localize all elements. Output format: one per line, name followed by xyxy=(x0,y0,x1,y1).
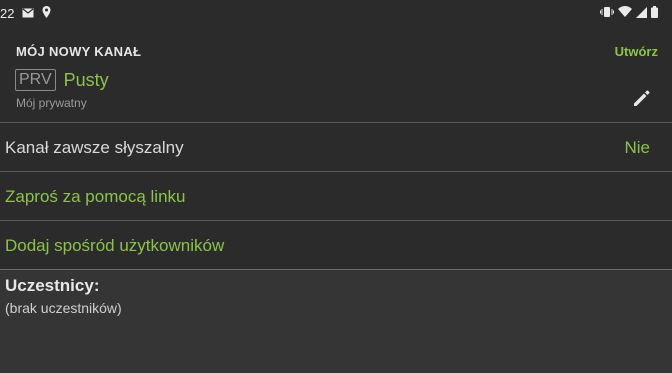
participants-title: Uczestnicy: xyxy=(5,276,100,295)
always-audible-row[interactable]: Kanał zawsze słyszalny Nie xyxy=(0,122,672,172)
add-users-row[interactable]: Dodaj spośród użytkowników xyxy=(0,220,672,270)
participants-panel: Uczestnicy: (brak uczestników) xyxy=(0,269,672,373)
always-audible-label: Kanał zawsze słyszalny xyxy=(5,137,184,157)
channel-state: Pusty xyxy=(63,69,109,90)
private-badge: PRV xyxy=(15,69,56,91)
wifi-icon xyxy=(618,5,632,21)
mail-icon xyxy=(22,6,34,21)
invite-link-label[interactable]: Zaproś za pomocą linku xyxy=(0,187,185,207)
status-bar: 22 xyxy=(0,0,672,26)
create-button[interactable]: Utwórz xyxy=(615,44,658,59)
clock: 22 xyxy=(0,5,15,21)
always-audible-value[interactable]: Nie xyxy=(624,138,672,158)
participants-empty: (brak uczestników) xyxy=(5,300,122,316)
channel-title: MÓJ NOWY KANAŁ xyxy=(16,44,142,59)
channel-state-row: PRV Pusty xyxy=(15,69,109,91)
channel-subtitle: Mój prywatny xyxy=(16,96,87,110)
vibrate-icon xyxy=(600,6,614,21)
location-icon xyxy=(42,5,51,21)
add-users-label[interactable]: Dodaj spośród użytkowników xyxy=(0,236,224,256)
pencil-icon[interactable] xyxy=(632,88,652,113)
channel-header: MÓJ NOWY KANAŁ Utwórz PRV Pusty Mój pryw… xyxy=(0,26,672,122)
signal-icon xyxy=(636,6,647,21)
battery-icon xyxy=(651,5,658,21)
invite-link-row[interactable]: Zaproś za pomocą linku xyxy=(0,171,672,221)
